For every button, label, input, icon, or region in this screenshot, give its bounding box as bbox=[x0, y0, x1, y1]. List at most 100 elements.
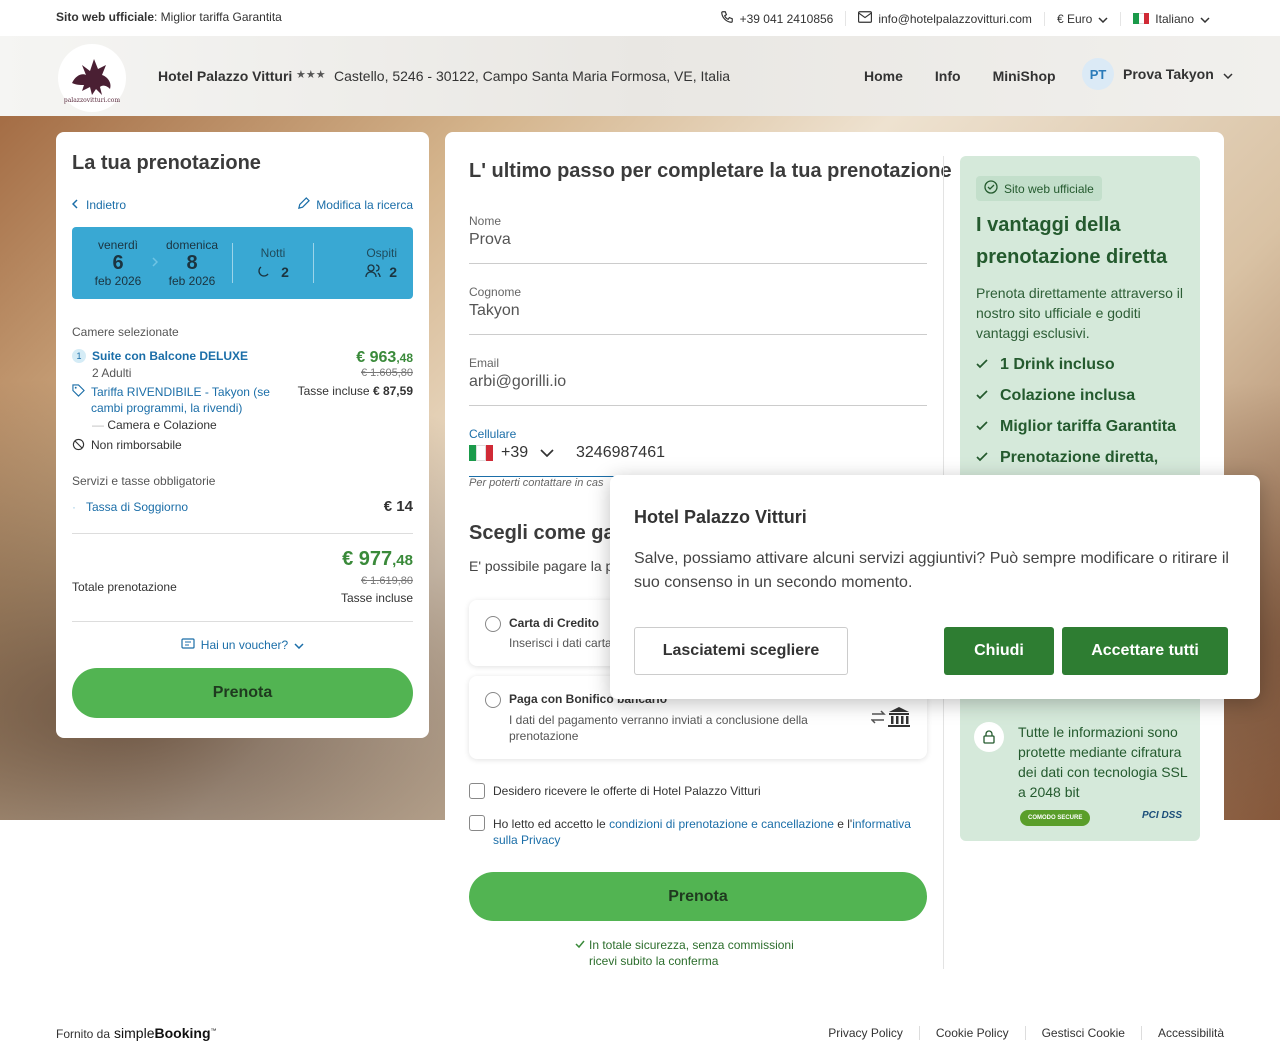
back-link[interactable]: Indietro bbox=[71, 198, 126, 212]
nights-info: Notti 2 bbox=[243, 246, 303, 281]
check-icon bbox=[976, 387, 988, 405]
total-price: € 977,48 bbox=[342, 548, 413, 570]
services-title: Servizi e tasse obbligatorie bbox=[72, 474, 216, 488]
check-icon bbox=[575, 937, 585, 953]
hotel-address: Castello, 5246 - 30122, Campo Santa Mari… bbox=[334, 68, 731, 84]
total-taxes: Tasse incluse bbox=[340, 591, 413, 605]
chevron-down-icon bbox=[1223, 66, 1233, 82]
chevron-right-icon bbox=[152, 254, 159, 272]
manage-cookies-link[interactable]: Gestisci Cookie bbox=[1024, 1026, 1141, 1040]
simplebooking-logo[interactable]: simpleBooking™ bbox=[114, 1025, 216, 1041]
accept-all-button[interactable]: Accettare tutti bbox=[1062, 627, 1228, 675]
chevron-down-icon bbox=[1098, 12, 1108, 26]
phone-hint: Per poterti contattare in cas bbox=[469, 477, 604, 489]
chevron-down-icon bbox=[540, 444, 554, 462]
terms-checkbox[interactable] bbox=[469, 815, 485, 831]
bank-radio[interactable] bbox=[485, 692, 501, 708]
chevron-down-icon bbox=[294, 638, 304, 652]
divider bbox=[232, 243, 233, 283]
hotel-logo[interactable]: palazzovitturi.com bbox=[58, 44, 126, 112]
currency-select[interactable]: € Euro bbox=[1043, 11, 1120, 26]
checkin-date: venerdì 6 feb 2026 bbox=[94, 238, 142, 288]
tax-item: · Tassa di Soggiorno € 14 bbox=[72, 498, 413, 515]
nav-home[interactable]: Home bbox=[864, 68, 903, 84]
offers-label: Desidero ricevere le offerte di Hotel Pa… bbox=[493, 784, 761, 798]
mail-icon bbox=[858, 11, 873, 26]
check-icon bbox=[976, 449, 988, 467]
moon-icon bbox=[257, 264, 271, 281]
comodo-secure-badge: COMODO SECURE bbox=[1020, 810, 1091, 826]
room-name[interactable]: Suite con Balcone DELUXE bbox=[92, 349, 248, 363]
hotel-name: Hotel Palazzo Vitturi bbox=[158, 68, 293, 84]
check-icon bbox=[976, 418, 988, 436]
room-item: 1 Suite con Balcone DELUXE 2 Adulti € 96… bbox=[72, 349, 413, 380]
booking-summary-card: La tua prenotazione Indietro Modifica la… bbox=[56, 132, 429, 738]
ssl-text: Tutte le informazioni sono protette medi… bbox=[1018, 724, 1188, 800]
pci-dss-badge: PCI DSS bbox=[1142, 810, 1183, 821]
email-link[interactable]: info@hotelpalazzovitturi.com bbox=[845, 11, 1044, 26]
payment-subtitle: E' possibile pagare la p bbox=[469, 558, 614, 574]
email-field[interactable]: Email arbi@gorilli.io bbox=[469, 356, 927, 406]
cookie-policy-link[interactable]: Cookie Policy bbox=[918, 1026, 1025, 1040]
conditions-link[interactable]: condizioni di prenotazione e cancellazio… bbox=[609, 817, 834, 831]
divider bbox=[313, 243, 314, 283]
advantage-item: 1 Drink incluso bbox=[976, 356, 1184, 374]
book-button[interactable]: Prenota bbox=[469, 872, 927, 921]
bank-transfer-icon bbox=[870, 706, 913, 733]
total-old-price: € 1.619,80 bbox=[361, 575, 413, 587]
chevron-left-icon bbox=[71, 198, 78, 212]
ban-icon bbox=[72, 438, 85, 454]
offers-checkbox[interactable] bbox=[469, 783, 485, 799]
payment-title: Scegli come gar bbox=[469, 522, 623, 544]
official-note: Sito web ufficiale: Miglior tariffa Gara… bbox=[56, 10, 282, 24]
nav-minishop[interactable]: MiniShop bbox=[993, 68, 1056, 84]
user-name: Prova Takyon bbox=[1123, 66, 1214, 82]
chevron-down-icon bbox=[1200, 12, 1210, 26]
user-menu[interactable]: PT Prova Takyon bbox=[1082, 58, 1233, 90]
check-icon bbox=[976, 356, 988, 374]
cookie-consent-dialog: Hotel Palazzo Vitturi Salve, possiamo at… bbox=[610, 475, 1260, 699]
phone-input[interactable]: 3246987461 bbox=[576, 444, 665, 462]
room-old-price: € 1.605,80 bbox=[361, 367, 413, 379]
phone-link[interactable]: +39 041 2410856 bbox=[708, 10, 846, 27]
surname-field[interactable]: Cognome Takyon bbox=[469, 285, 927, 335]
nav-info[interactable]: Info bbox=[935, 68, 961, 84]
dialog-title: Hotel Palazzo Vitturi bbox=[634, 507, 807, 527]
italy-flag-icon bbox=[469, 445, 493, 461]
accessibility-link[interactable]: Accessibilità bbox=[1140, 1026, 1224, 1040]
let-me-choose-button[interactable]: Lasciatemi scegliere bbox=[634, 627, 848, 675]
book-button-sidebar[interactable]: Prenota bbox=[72, 668, 413, 718]
card-radio[interactable] bbox=[485, 616, 501, 632]
refund-policy: Non rimborsabile bbox=[72, 438, 413, 454]
official-badge: Sito web ufficiale bbox=[976, 176, 1102, 201]
rooms-title: Camere selezionate bbox=[72, 325, 179, 339]
room-taxes: Tasse incluse € 87,59 bbox=[297, 384, 413, 398]
advantage-item: Colazione inclusa bbox=[976, 387, 1184, 405]
voucher-toggle[interactable]: Hai un voucher? bbox=[72, 638, 413, 652]
close-button[interactable]: Chiudi bbox=[944, 627, 1054, 675]
tag-icon bbox=[72, 384, 85, 416]
advantages-text: Prenota direttamente attraverso il nostr… bbox=[976, 285, 1183, 341]
name-field[interactable]: Nome Prova bbox=[469, 214, 927, 264]
privacy-policy-link[interactable]: Privacy Policy bbox=[812, 1026, 919, 1040]
form-title: L' ultimo passo per completare la tua pr… bbox=[469, 160, 952, 182]
phone-field[interactable]: Cellulare +39 3246987461 bbox=[469, 427, 927, 477]
avatar: PT bbox=[1082, 58, 1114, 90]
lock-icon bbox=[974, 722, 1004, 752]
ssl-panel: Tutte le informazioni sono protette medi… bbox=[960, 706, 1200, 841]
footer: Fornito da simpleBooking™ Privacy Policy… bbox=[0, 1008, 1280, 1057]
main-nav: Home Info MiniShop bbox=[864, 68, 1056, 84]
checkout-date: domenica 8 feb 2026 bbox=[165, 238, 219, 288]
phone-prefix-select[interactable]: +39 bbox=[469, 444, 576, 462]
terms-label: Ho letto ed accetto le condizioni di pre… bbox=[493, 817, 911, 847]
ticket-icon bbox=[181, 638, 195, 652]
top-bar: Sito web ufficiale: Miglior tariffa Gara… bbox=[0, 0, 1280, 36]
dates-box[interactable]: venerdì 6 feb 2026 domenica 8 feb 2026 N… bbox=[72, 227, 413, 299]
advantage-item: Prenotazione diretta, bbox=[976, 449, 1184, 467]
language-select[interactable]: Italiano bbox=[1120, 11, 1222, 26]
rate-name[interactable]: Tariffa RIVENDIBILE - Takyon (se cambi p… bbox=[91, 384, 272, 416]
room-price: € 963,48 bbox=[356, 349, 413, 366]
room-adults: 2 Adulti bbox=[92, 366, 132, 380]
total-row: Totale prenotazione € 977,48 € 1.619,80 … bbox=[72, 548, 413, 605]
modify-search-link[interactable]: Modifica la ricerca bbox=[297, 197, 413, 213]
